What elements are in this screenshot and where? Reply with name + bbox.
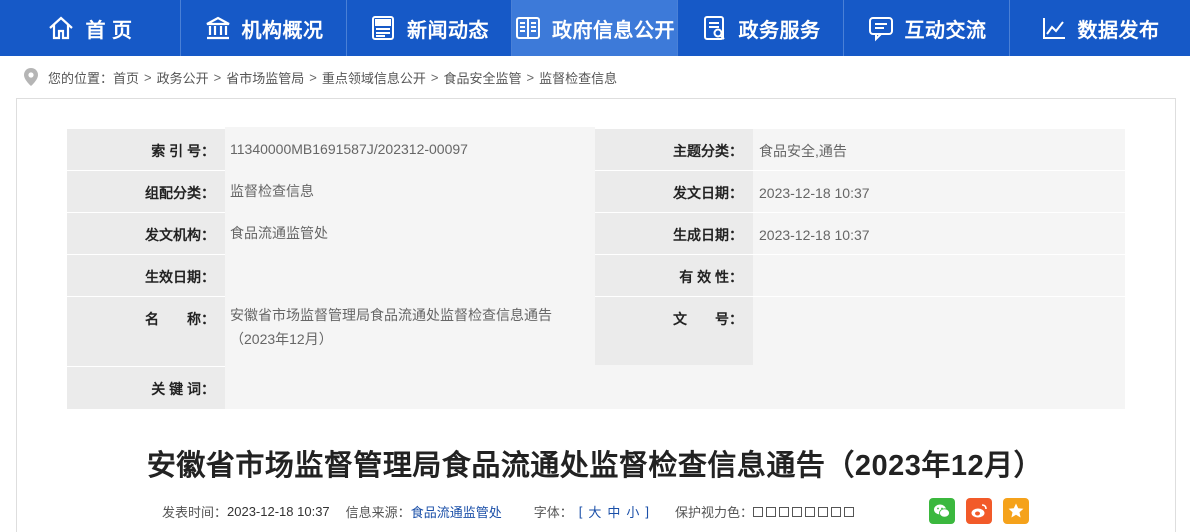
nav-label: 政府信息公开 [552, 19, 675, 42]
publish-time-label: 发表时间： [162, 504, 228, 520]
eye-care-color-swatch[interactable] [766, 507, 777, 518]
keywords-value [225, 365, 1125, 409]
nav-label: 首 页 [85, 19, 133, 42]
meta-row: 名 称： 安徽省市场监督管理局食品流通处监督检查信息通告（2023年12月） 文… [67, 295, 1125, 367]
line-chart-icon [1040, 14, 1068, 42]
doc-number-value [753, 297, 1125, 366]
service-document-icon [701, 14, 729, 42]
meta-row: 组配分类： 监督检查信息 发文日期： 2023-12-18 10:37 [67, 169, 1125, 213]
eye-care-color-swatch[interactable] [753, 507, 764, 518]
chat-icon [867, 14, 895, 42]
share-wechat-button[interactable] [929, 498, 955, 524]
issuer-value: 食品流通监管处 [225, 211, 595, 254]
effective-date-label: 生效日期： [67, 255, 225, 296]
breadcrumb-item-inspection[interactable]: 监督检查信息 [539, 68, 617, 87]
nav-organization[interactable]: 机构概况 [181, 0, 346, 56]
breadcrumb-separator: > [144, 69, 152, 85]
name-value: 安徽省市场监督管理局食品流通处监督检查信息通告（2023年12月） [225, 295, 595, 366]
share-weibo-button[interactable] [966, 498, 992, 524]
breadcrumb-prefix: 您的位置： [48, 70, 114, 86]
index-label: 索 引 号： [67, 129, 225, 170]
main-nav: 首 页 机构概况 新闻动态 政府信息公开 政务服务 互动交流 数据发布 [0, 0, 1190, 56]
source-value[interactable]: 食品流通监管处 [411, 502, 502, 521]
favorite-star-icon [1008, 503, 1024, 518]
effective-date-value [225, 253, 595, 296]
metadata-table: 索 引 号： 11340000MB1691587J/202312-00097 主… [67, 127, 1125, 409]
topic-value: 食品安全,通告 [753, 129, 1125, 170]
breadcrumb-item-bureau[interactable]: 省市场监管局 [226, 68, 304, 87]
breadcrumb-separator: > [309, 69, 317, 85]
font-size-medium-button[interactable]: 中 [607, 502, 620, 521]
topic-label: 主题分类： [595, 129, 753, 170]
meta-row: 发文机构： 食品流通监管处 生成日期： 2023-12-18 10:37 [67, 211, 1125, 255]
font-bracket-open: [ [578, 503, 583, 519]
created-date-label: 生成日期： [595, 213, 753, 254]
eye-care-color-swatches [753, 504, 857, 519]
index-value: 11340000MB1691587J/202312-00097 [225, 127, 595, 170]
favorite-button[interactable] [1003, 498, 1029, 524]
nav-label: 数据发布 [1077, 19, 1160, 42]
validity-value [753, 255, 1125, 296]
font-size-large-button[interactable]: 大 [588, 502, 601, 521]
nav-label: 互动交流 [904, 19, 987, 42]
nav-label: 政务服务 [738, 19, 821, 42]
nav-home[interactable]: 首 页 [0, 0, 180, 56]
group-label: 组配分类： [67, 171, 225, 212]
meta-row: 关 键 词： [67, 365, 1125, 409]
home-icon [47, 14, 75, 42]
breadcrumb-separator: > [526, 69, 535, 85]
source-label: 信息来源： [345, 504, 411, 520]
article-title: 安徽省市场监督管理局食品流通处监督检查信息通告（2023年12月） [146, 450, 1044, 482]
nav-news[interactable]: 新闻动态 [347, 0, 511, 56]
issue-date-value: 2023-12-18 10:37 [753, 171, 1125, 212]
open-book-icon [514, 14, 542, 42]
font-size-small-button[interactable]: 小 [626, 502, 639, 521]
meta-row: 生效日期： 有 效 性： [67, 253, 1125, 297]
issuer-label: 发文机构： [67, 213, 225, 254]
breadcrumb: 您的位置： 首页 > 政务公开 > 省市场监管局 > 重点领域信息公开 > 食品… [24, 66, 617, 88]
breadcrumb-item-gov-affairs[interactable]: 政务公开 [157, 68, 209, 87]
created-date-value: 2023-12-18 10:37 [753, 213, 1125, 254]
breadcrumb-separator: > [213, 69, 222, 85]
weibo-icon [971, 504, 987, 518]
name-label: 名 称： [67, 297, 225, 366]
eye-care-color-swatch[interactable] [818, 507, 829, 518]
meta-row: 索 引 号： 11340000MB1691587J/202312-00097 主… [67, 127, 1125, 171]
eye-care-color-swatch[interactable] [779, 507, 790, 518]
keywords-label: 关 键 词： [67, 367, 225, 409]
font-bracket-close: ] [645, 503, 650, 519]
eye-care-color-swatch[interactable] [805, 507, 816, 518]
publish-time-value: 2023-12-18 10:37 [227, 503, 330, 519]
eye-care-color-label: 保护视力色： [675, 504, 754, 520]
issue-date-label: 发文日期： [595, 171, 753, 212]
eye-care-color-swatch[interactable] [831, 507, 842, 518]
breadcrumb-item-food-safety[interactable]: 食品安全监管 [443, 68, 521, 87]
nav-gov-info-open[interactable]: 政府信息公开 [512, 0, 677, 56]
group-value: 监督检查信息 [225, 169, 595, 212]
breadcrumb-separator: > [430, 69, 439, 85]
location-pin-icon [24, 68, 38, 86]
doc-number-label: 文 号： [595, 297, 753, 366]
validity-label: 有 效 性： [595, 255, 753, 296]
nav-label: 新闻动态 [407, 19, 489, 42]
wechat-icon [934, 504, 950, 518]
font-size-label: 字体： [533, 504, 573, 520]
nav-gov-services[interactable]: 政务服务 [678, 0, 843, 56]
building-icon [204, 14, 232, 42]
nav-label: 机构概况 [241, 19, 324, 42]
article-info-bar: 发表时间： 2023-12-18 10:37 信息来源： 食品流通监管处 字体：… [162, 498, 857, 524]
news-icon [369, 14, 397, 42]
eye-care-color-swatch[interactable] [844, 507, 855, 518]
nav-interaction[interactable]: 互动交流 [844, 0, 1009, 56]
eye-care-color-swatch[interactable] [792, 507, 803, 518]
breadcrumb-item-key-areas[interactable]: 重点领域信息公开 [322, 68, 426, 87]
breadcrumb-item-home[interactable]: 首页 [113, 68, 139, 87]
nav-data-release[interactable]: 数据发布 [1010, 0, 1189, 56]
